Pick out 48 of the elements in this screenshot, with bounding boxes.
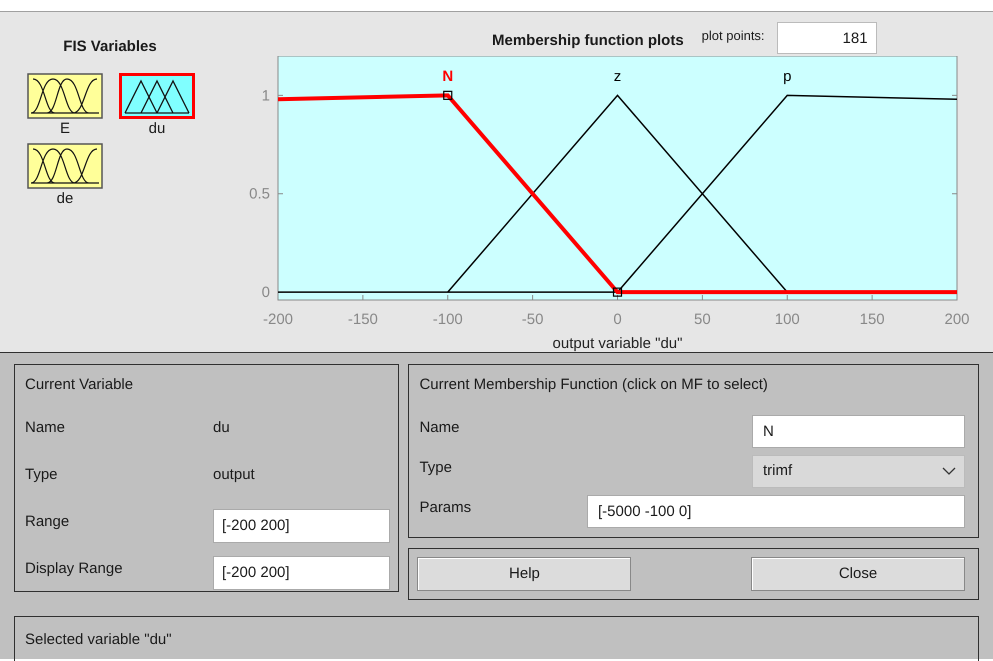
y-tick-label: 0.5 <box>249 186 270 203</box>
field-value: output <box>213 465 255 486</box>
dialog-button[interactable]: Help <box>417 557 632 591</box>
panel-title: Current Membership Function (click on MF to select) <box>419 375 769 395</box>
field-label: Name <box>419 418 460 438</box>
vertex-handle[interactable] <box>443 90 452 100</box>
dialog-button[interactable]: Close <box>751 557 965 591</box>
status-text: Selected variable "du" <box>25 631 172 648</box>
vertex-handle[interactable] <box>612 288 622 297</box>
variable-button[interactable]: du <box>119 72 195 142</box>
field-value: du <box>213 418 230 438</box>
variable-button[interactable]: E <box>27 72 103 142</box>
x-tick-label: 50 <box>694 311 711 328</box>
x-tick-label: 100 <box>774 311 800 328</box>
field-label: Display Range <box>25 559 124 580</box>
input-field[interactable]: [-200 200] <box>213 556 390 590</box>
x-tick-label: -50 <box>522 311 544 328</box>
x-tick-label: -150 <box>348 311 378 328</box>
membership-curve[interactable] <box>447 94 788 293</box>
input-field[interactable]: [-5000 -100 0] <box>587 494 965 528</box>
x-tick-label: -200 <box>262 311 294 328</box>
variable-button[interactable]: de <box>27 142 103 212</box>
plot-title: Membership function plots <box>492 31 684 51</box>
field-label: Type <box>419 458 452 478</box>
chevron-down-icon <box>942 467 956 475</box>
curve-label: p <box>783 68 792 85</box>
panel-title: Current Variable <box>25 375 134 395</box>
selected-membership-curve[interactable] <box>278 93 957 294</box>
plot-points-label: plot points: <box>702 27 765 45</box>
panel-title: FIS Variables <box>62 37 158 57</box>
x-tick-label: 0 <box>613 311 622 328</box>
field-label: Type <box>25 465 59 486</box>
curve-label: z <box>614 68 622 85</box>
y-tick-label: 1 <box>262 87 270 104</box>
field-label: Name <box>25 418 66 438</box>
type-dropdown[interactable]: trimf <box>752 454 965 488</box>
field-label: Range <box>25 512 70 532</box>
membership-curve[interactable] <box>616 94 958 293</box>
x-tick-label: 200 <box>944 311 970 328</box>
input-field[interactable]: N <box>752 414 965 448</box>
y-tick-label: 0 <box>262 284 270 302</box>
field-label: Params <box>419 498 472 518</box>
curve-label: N <box>442 68 454 85</box>
input-field[interactable]: [-200 200] <box>213 508 390 542</box>
x-axis-label: output variable "du" <box>552 335 682 352</box>
plot-points-field[interactable]: 181 <box>776 22 877 54</box>
x-tick-label: 150 <box>860 311 885 328</box>
x-tick-label: -100 <box>432 311 463 328</box>
